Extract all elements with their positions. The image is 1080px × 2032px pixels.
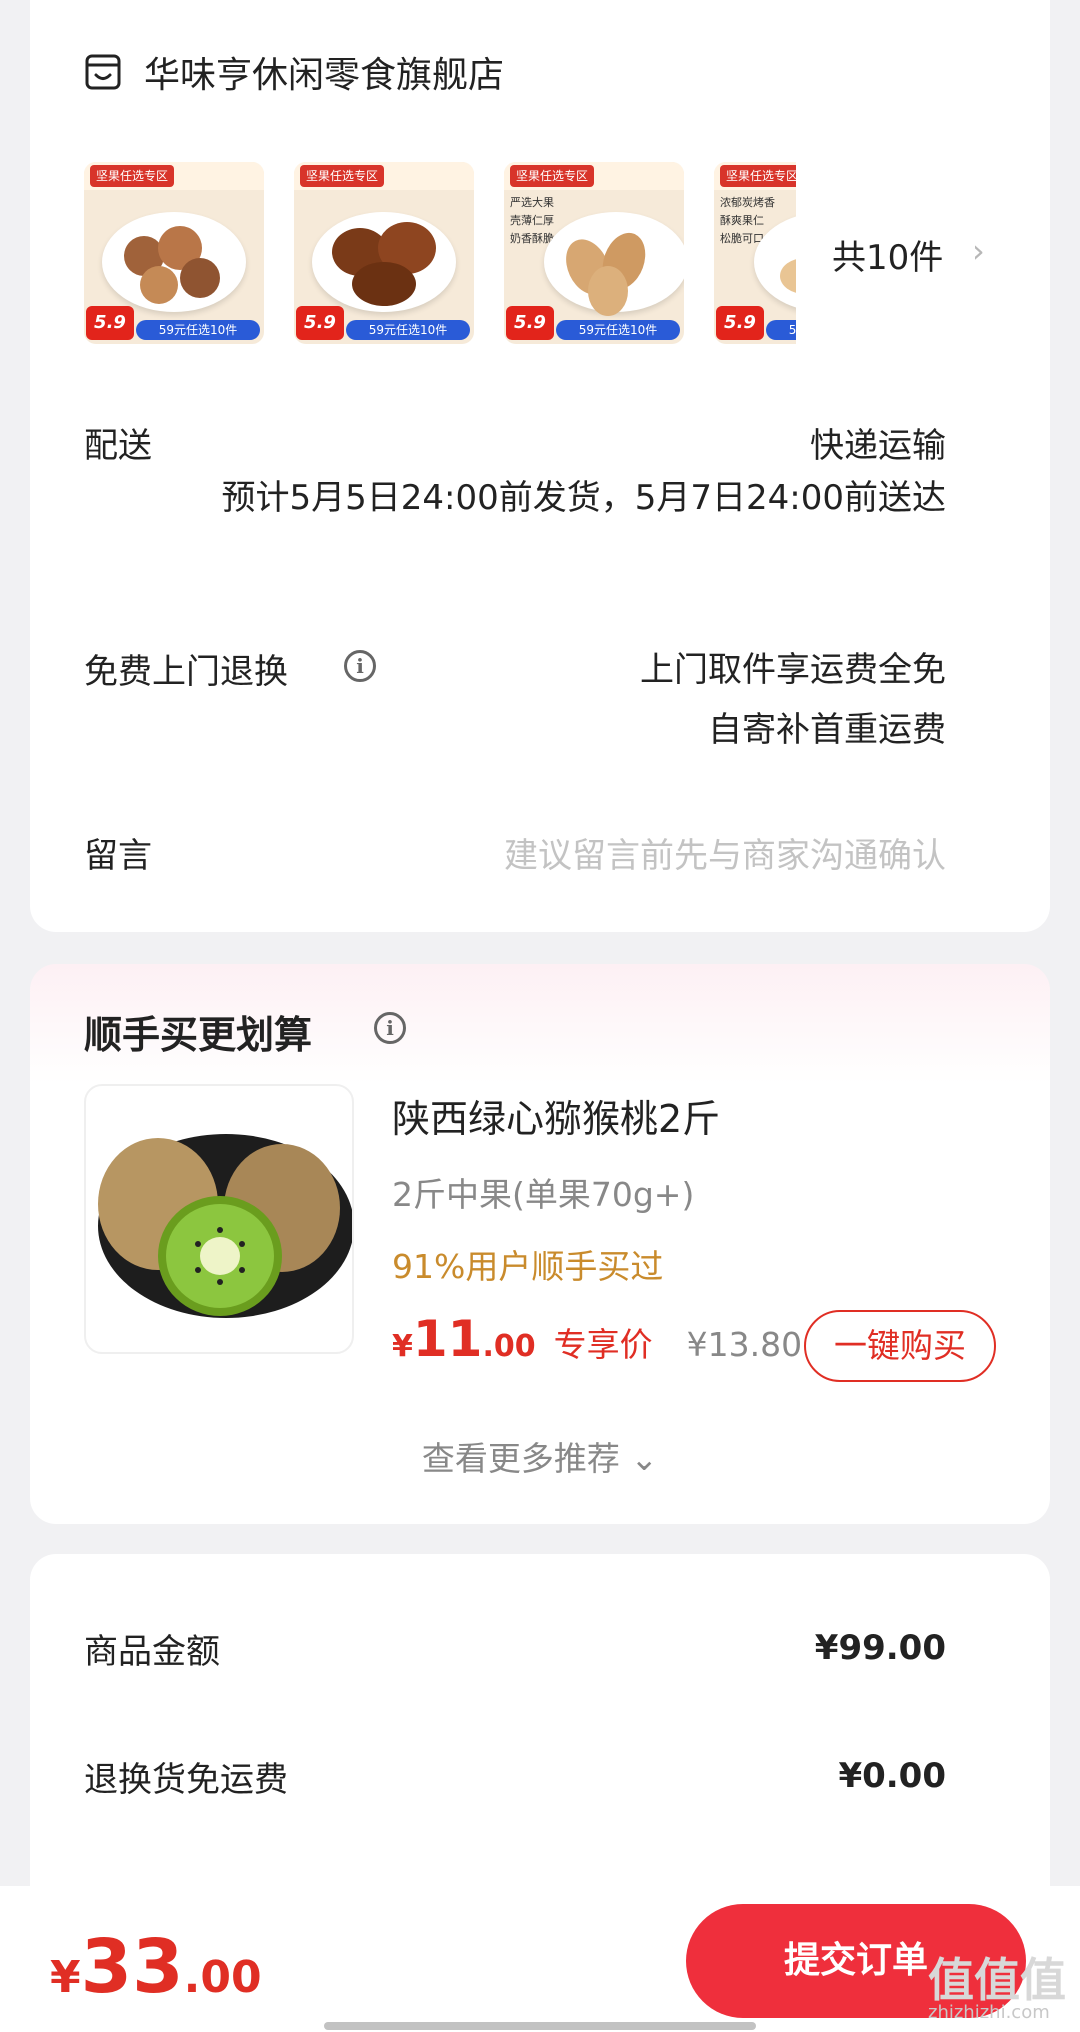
price-badge: 5.9 [506,306,554,340]
watermark: 值值值 zhizhizhi.com [928,1944,1068,2026]
one-click-buy-button[interactable]: 一键购买 [804,1310,996,1382]
price-symbol: ¥ [392,1329,413,1364]
total-integer: 33 [80,1924,184,2010]
recommend-title: 顺手买更划算 [84,1013,313,1057]
promo-label: 59元任选10件 [346,320,470,340]
kiwi-image [98,1134,352,1318]
free-return-label: 免费上门退换 [84,652,288,692]
info-icon[interactable]: i [344,650,376,682]
promo-label: 59元任选10件 [136,320,260,340]
price-badge: 5.9 [716,306,764,340]
store-name: 华味亨休闲零食旗舰店 [144,55,505,96]
return-pickup-text: 上门取件享运费全免 [640,650,946,690]
goods-amount-label: 商品金额 [84,1632,220,1672]
thumb-tag: 坚果任选专区 [90,165,175,187]
total-price: ¥ 33 .00 [50,1924,262,2010]
product-price: ¥ 11 .00 专享价 ¥13.80 [392,1310,802,1370]
item-thumbnails[interactable]: 坚果任选专区 5.9 59元任选10件 坚果任选专区 5.9 59元任选10件 … [84,162,796,344]
price-badge: 5.9 [296,306,344,340]
thumb-note: 酥爽果仁 [720,214,764,227]
promo-label: 59元任选10件 [766,320,796,340]
thumb-tag: 坚果任选专区 [720,165,796,187]
thumb-note: 浓郁炭烤香 [720,196,775,209]
thumb-note: 松脆可口 [720,232,764,245]
message-input[interactable]: 建议留言前先与商家沟通确认 [504,828,946,877]
promo-label: 59元任选10件 [556,320,680,340]
price-tag: 专享价 [553,1325,653,1364]
delivery-eta: 预计5月5日24:00前发货，5月7日24:00前送达 [221,478,947,518]
chevron-right-icon[interactable]: › [972,232,985,270]
product-name[interactable]: 陕西绿心猕猴桃2斤 [392,1088,720,1143]
goods-amount-value: ¥99.00 [814,1628,946,1668]
return-fee-value: ¥0.00 [838,1756,946,1796]
thumb-note: 奶香酥脆 [510,232,554,245]
item-thumb[interactable]: 坚果任选专区 浓郁炭烤香 酥爽果仁 松脆可口 5.9 59元任选10件 [714,162,796,344]
home-indicator[interactable] [324,2022,756,2030]
thumb-note: 严选大果 [510,196,554,209]
item-count[interactable]: 共10件 [832,230,943,279]
return-self-ship-text: 自寄补首重运费 [708,710,946,750]
price-integer: 11 [412,1310,483,1368]
more-recommendations-link[interactable]: 查看更多推荐 ⌄ [0,1432,1080,1480]
product-image[interactable] [84,1084,354,1354]
price-badge: 5.9 [86,306,134,340]
price-decimal: .00 [482,1329,536,1364]
delivery-method: 快递运输 [810,426,946,466]
original-price: ¥13.80 [686,1325,803,1364]
item-thumb[interactable]: 坚果任选专区 5.9 59元任选10件 [84,162,264,344]
thumb-tag: 坚果任选专区 [510,165,595,187]
product-stat: 91%用户顺手买过 [392,1247,664,1286]
thumb-tag: 坚果任选专区 [300,165,385,187]
item-thumb[interactable]: 坚果任选专区 5.9 59元任选10件 [294,162,474,344]
delivery-label: 配送 [84,426,152,466]
return-fee-label: 退换货免运费 [84,1760,288,1800]
total-decimal: .00 [183,1952,262,2003]
product-spec: 2斤中果(单果70g+) [392,1175,695,1214]
store-icon [85,54,121,90]
total-symbol: ¥ [50,1952,81,2003]
info-icon[interactable]: i [374,1012,406,1044]
thumb-note: 壳薄仁厚 [510,214,554,227]
message-label: 留言 [84,836,152,876]
store-header[interactable]: 华味亨休闲零食旗舰店 [84,46,504,98]
watermark-glyphs: 值值值 [928,1953,1066,2007]
item-thumb[interactable]: 坚果任选专区 严选大果 壳薄仁厚 奶香酥脆 5.9 59元任选10件 [504,162,684,344]
watermark-text: zhizhizhi.com [928,2002,1050,2023]
